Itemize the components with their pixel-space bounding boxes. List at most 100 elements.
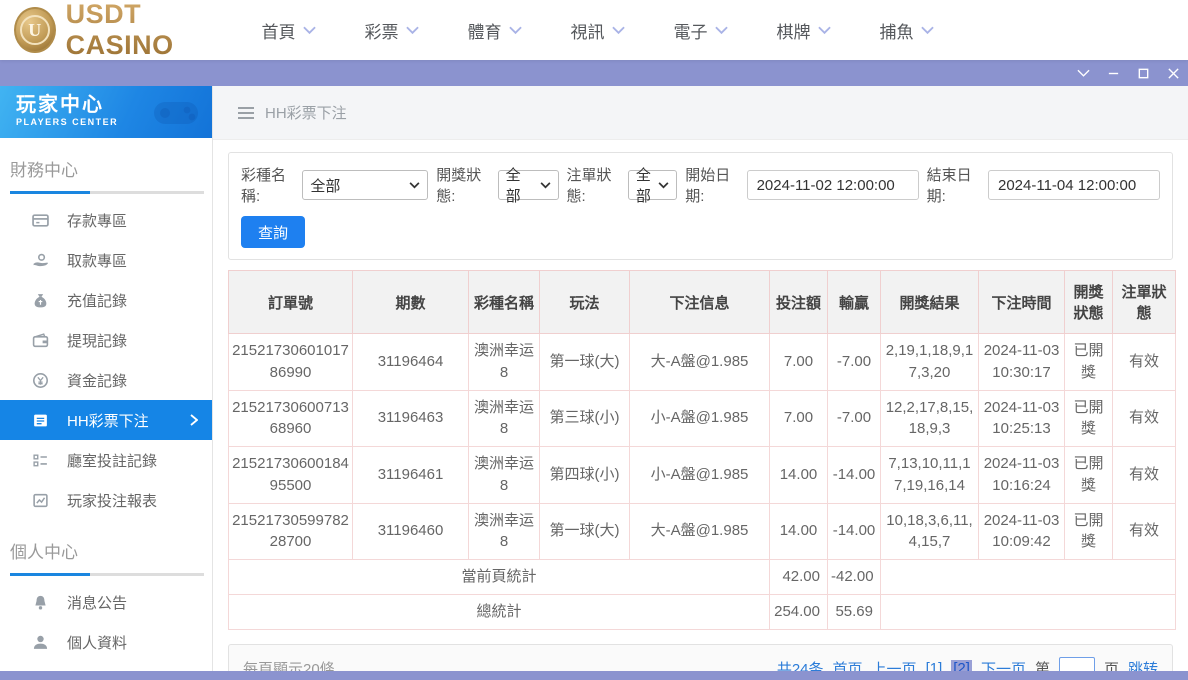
- nav-item-sports[interactable]: 體育: [443, 18, 546, 43]
- sidebar-item-label: 廳室投註記錄: [67, 450, 157, 471]
- cell-draw-status: 已開獎: [1065, 390, 1113, 447]
- maximize-icon[interactable]: [1128, 60, 1158, 86]
- sidebar-item-announcements[interactable]: 消息公告: [0, 582, 212, 622]
- chevron-down-icon: [612, 26, 625, 35]
- cell-bet-info: 小-A盤@1.985: [630, 390, 770, 447]
- sidebar-item-deposit[interactable]: 存款專區: [0, 200, 212, 240]
- close-icon[interactable]: [1158, 60, 1188, 86]
- section-divider: [10, 573, 204, 576]
- sidebar-item-recharge-record[interactable]: 充值記錄: [0, 280, 212, 320]
- nav-item-home[interactable]: 首頁: [237, 18, 340, 43]
- sidebar-item-hh-lottery-bets[interactable]: HH彩票下注: [0, 400, 212, 440]
- breadcrumb: HH彩票下注: [213, 86, 1188, 140]
- sidebar-item-player-bet-report[interactable]: 玩家投注報表: [0, 480, 212, 520]
- wallet-icon: [32, 332, 49, 349]
- sidebar-item-label: 資金記錄: [67, 370, 127, 391]
- col-header-winloss: 輸贏: [828, 271, 881, 334]
- cell-order-no: 2152173060101786990: [229, 334, 353, 391]
- chevron-down-icon: [818, 26, 831, 35]
- search-button[interactable]: 查詢: [241, 216, 305, 248]
- cell-bet-info: 小-A盤@1.985: [630, 447, 770, 504]
- sidebar-item-hall-bet-record[interactable]: 廳室投註記錄: [0, 440, 212, 480]
- cell-bet-info: 大-A盤@1.985: [630, 334, 770, 391]
- cell-draw-status: 已開獎: [1065, 447, 1113, 504]
- sidebar-item-label: 消息公告: [67, 592, 127, 613]
- end-date-label: 結束日期:: [927, 164, 980, 206]
- col-header-result: 開獎結果: [881, 271, 979, 334]
- minimize-icon[interactable]: [1098, 60, 1128, 86]
- chevron-down-icon: [715, 26, 728, 35]
- start-date-input[interactable]: [747, 170, 919, 200]
- cell-play: 第一球(大): [540, 334, 630, 391]
- cell-play: 第一球(大): [540, 503, 630, 560]
- sidebar-item-label: 玩家投注報表: [67, 490, 157, 511]
- cell-order-no: 2152173060018495500: [229, 447, 353, 504]
- sidebar: 玩家中心 PLAYERS CENTER 財務中心 存款專區 取款專區 充值記錄 …: [0, 86, 213, 680]
- cell-bet-info: 大-A盤@1.985: [630, 503, 770, 560]
- nav-item-label: 體育: [468, 18, 502, 43]
- start-date-label: 開始日期:: [685, 164, 738, 206]
- cell-order-status: 有效: [1113, 390, 1176, 447]
- page-summary-row: 當前頁統計 42.00 -42.00: [229, 560, 1176, 595]
- cell-time: 2024-11-03 10:25:13: [979, 390, 1065, 447]
- document-icon: [32, 412, 49, 429]
- sidebar-item-label: 取款專區: [67, 250, 127, 271]
- cell-lottery: 澳洲幸运8: [469, 447, 540, 504]
- top-header: U USDT CASINO 首頁 彩票 體育 視訊 電子 棋牌 捕魚: [0, 0, 1188, 60]
- col-header-period: 期數: [353, 271, 469, 334]
- table-row: 2152173060071368960 31196463 澳洲幸运8 第三球(小…: [229, 390, 1176, 447]
- draw-status-select[interactable]: 全部: [498, 170, 559, 200]
- cell-amount: 14.00: [770, 447, 828, 504]
- cell-period: 31196463: [353, 390, 469, 447]
- total-summary-label: 總統計: [229, 594, 770, 629]
- sidebar-item-withdraw[interactable]: 取款專區: [0, 240, 212, 280]
- page-summary-amount: 42.00: [770, 560, 828, 595]
- table-header-row: 訂單號 期數 彩種名稱 玩法 下注信息 投注額 輸贏 開獎結果 下注時間 開獎狀…: [229, 271, 1176, 334]
- sidebar-item-withdraw-record[interactable]: 提現記錄: [0, 320, 212, 360]
- nav-item-label: 棋牌: [777, 18, 811, 43]
- bell-icon: [32, 594, 49, 611]
- col-header-bet-info: 下注信息: [630, 271, 770, 334]
- hamburger-icon[interactable]: [237, 106, 255, 120]
- chevron-down-icon: [658, 182, 669, 189]
- brand[interactable]: U USDT CASINO: [0, 0, 237, 61]
- cell-draw-status: 已開獎: [1065, 503, 1113, 560]
- nav-item-cards[interactable]: 棋牌: [752, 18, 855, 43]
- sidebar-header: 玩家中心 PLAYERS CENTER: [0, 86, 212, 138]
- sidebar-item-profile[interactable]: 個人資料: [0, 622, 212, 662]
- sidebar-item-funds-record[interactable]: 資金記錄: [0, 360, 212, 400]
- section-divider: [10, 191, 204, 194]
- lottery-name-label: 彩種名稱:: [241, 164, 294, 206]
- section-title-personal: 個人中心: [0, 520, 212, 573]
- bets-table: 訂單號 期數 彩種名稱 玩法 下注信息 投注額 輸贏 開獎結果 下注時間 開獎狀…: [228, 270, 1176, 630]
- cell-winloss: -14.00: [828, 447, 881, 504]
- nav-item-label: 首頁: [262, 18, 296, 43]
- draw-status-value: 全部: [506, 164, 534, 206]
- nav-item-video[interactable]: 視訊: [546, 18, 649, 43]
- cell-amount: 14.00: [770, 503, 828, 560]
- nav-item-slots[interactable]: 電子: [649, 18, 752, 43]
- cell-order-no: 2152173059978228700: [229, 503, 353, 560]
- nav-item-fishing[interactable]: 捕魚: [855, 18, 958, 43]
- chevron-down-icon[interactable]: [1068, 60, 1098, 86]
- report-icon: [32, 492, 49, 509]
- lottery-name-select[interactable]: 全部: [302, 170, 428, 200]
- sidebar-item-label: HH彩票下注: [67, 410, 149, 431]
- cell-play: 第四球(小): [540, 447, 630, 504]
- nav-item-lottery[interactable]: 彩票: [340, 18, 443, 43]
- window-title-bar: [0, 60, 1188, 86]
- cell-order-status: 有效: [1113, 447, 1176, 504]
- page-summary-empty: [881, 560, 1176, 595]
- top-navigation: 首頁 彩票 體育 視訊 電子 棋牌 捕魚: [237, 18, 1188, 43]
- order-status-select[interactable]: 全部: [628, 170, 677, 200]
- end-date-input[interactable]: [988, 170, 1160, 200]
- withdraw-hand-icon: [32, 252, 49, 269]
- chevron-down-icon: [409, 182, 420, 189]
- cell-amount: 7.00: [770, 334, 828, 391]
- chevron-down-icon: [921, 26, 934, 35]
- nav-item-label: 捕魚: [880, 18, 914, 43]
- cell-play: 第三球(小): [540, 390, 630, 447]
- page-title: HH彩票下注: [265, 102, 347, 123]
- cell-amount: 7.00: [770, 390, 828, 447]
- deposit-card-icon: [32, 212, 49, 229]
